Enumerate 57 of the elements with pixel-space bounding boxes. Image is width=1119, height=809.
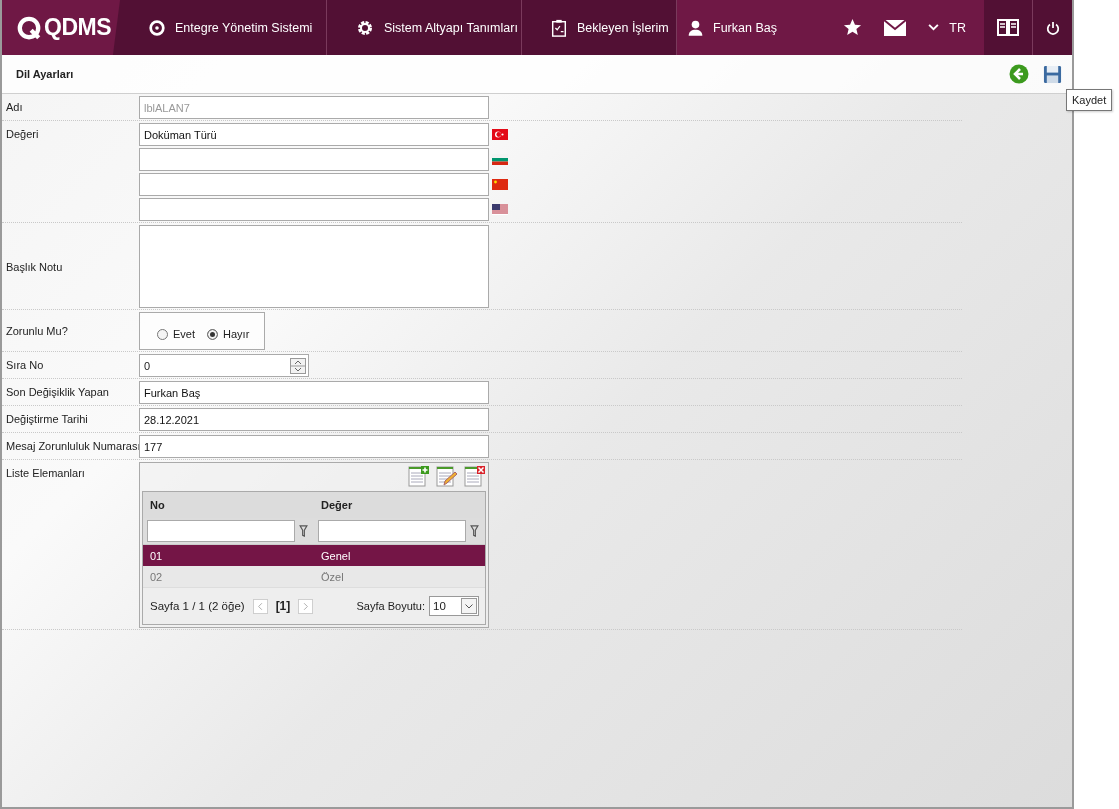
- text-field[interactable]: [139, 148, 489, 171]
- field-label: Başlık Notu: [6, 260, 64, 273]
- text-field[interactable]: 177: [139, 435, 489, 458]
- chevron-down-icon: [928, 24, 940, 31]
- text-field[interactable]: Doküman Türü: [139, 123, 489, 146]
- delete-row-icon[interactable]: [464, 465, 486, 487]
- page-title: Dil Ayarları: [16, 68, 74, 80]
- table-cell-text: 02: [149, 570, 164, 583]
- field-label: Son Değişiklik Yapan: [6, 385, 110, 398]
- filter-icon[interactable]: [470, 525, 479, 537]
- star-icon[interactable]: [843, 18, 863, 37]
- filter-field[interactable]: [147, 520, 295, 542]
- q-logo-icon: [16, 14, 42, 41]
- save-icon[interactable]: [1043, 64, 1062, 84]
- user-icon: [687, 18, 704, 37]
- radio-option[interactable]: Evet: [157, 328, 195, 340]
- table-cell-text: Özel: [320, 570, 345, 583]
- edit-row-icon[interactable]: [436, 465, 458, 487]
- add-row-icon[interactable]: [408, 465, 430, 487]
- table-cell-text: Genel: [320, 549, 352, 562]
- text-field[interactable]: 28.12.2021: [139, 408, 489, 431]
- table-row[interactable]: 01 Genel: [143, 545, 485, 566]
- field-label: Liste Elemanları: [6, 466, 86, 479]
- table-row[interactable]: 02 Özel: [143, 566, 485, 587]
- field-label: Zorunlu Mu?: [6, 325, 69, 337]
- table-cell-text: 01: [149, 549, 164, 562]
- field-label: Adı: [6, 100, 24, 113]
- field-label: Sıra No: [6, 358, 45, 371]
- flag-icon[interactable]: [492, 204, 508, 215]
- mail-icon[interactable]: [884, 19, 907, 36]
- language-dropdown[interactable]: TR: [928, 20, 966, 35]
- field-label: Değiştirme Tarihi: [6, 412, 89, 425]
- column-header[interactable]: No: [143, 499, 314, 511]
- radio-option[interactable]: Hayır: [207, 328, 250, 340]
- text-field[interactable]: [139, 198, 489, 221]
- page-size-label: Sayfa Boyutu:: [356, 600, 425, 612]
- filter-field[interactable]: [318, 520, 466, 542]
- field-label: Değeri: [6, 127, 40, 140]
- column-header[interactable]: Değer: [314, 499, 485, 511]
- current-page[interactable]: [1]: [275, 599, 291, 613]
- power-icon[interactable]: [1045, 20, 1060, 35]
- book-icon[interactable]: [996, 16, 1020, 39]
- page-size-dropdown[interactable]: 10: [429, 596, 479, 616]
- number-field[interactable]: 0: [139, 354, 309, 377]
- logo-text: QDMS: [44, 14, 111, 41]
- clipboard-icon: [550, 17, 568, 38]
- spinner-arrows-icon[interactable]: [290, 357, 306, 374]
- q-circle-icon: [148, 18, 166, 37]
- nav-item[interactable]: Furkan Baş: [677, 0, 832, 55]
- filter-icon[interactable]: [299, 525, 308, 537]
- tooltip: Kaydet: [1066, 89, 1113, 111]
- text-field[interactable]: [139, 173, 489, 196]
- logo[interactable]: QDMS: [2, 0, 120, 55]
- chevron-down-icon: [461, 598, 477, 614]
- page-summary: Sayfa 1 / 1 (2 öğe): [150, 600, 245, 612]
- text-area[interactable]: [139, 225, 489, 308]
- text-field[interactable]: Furkan Baş: [139, 381, 489, 404]
